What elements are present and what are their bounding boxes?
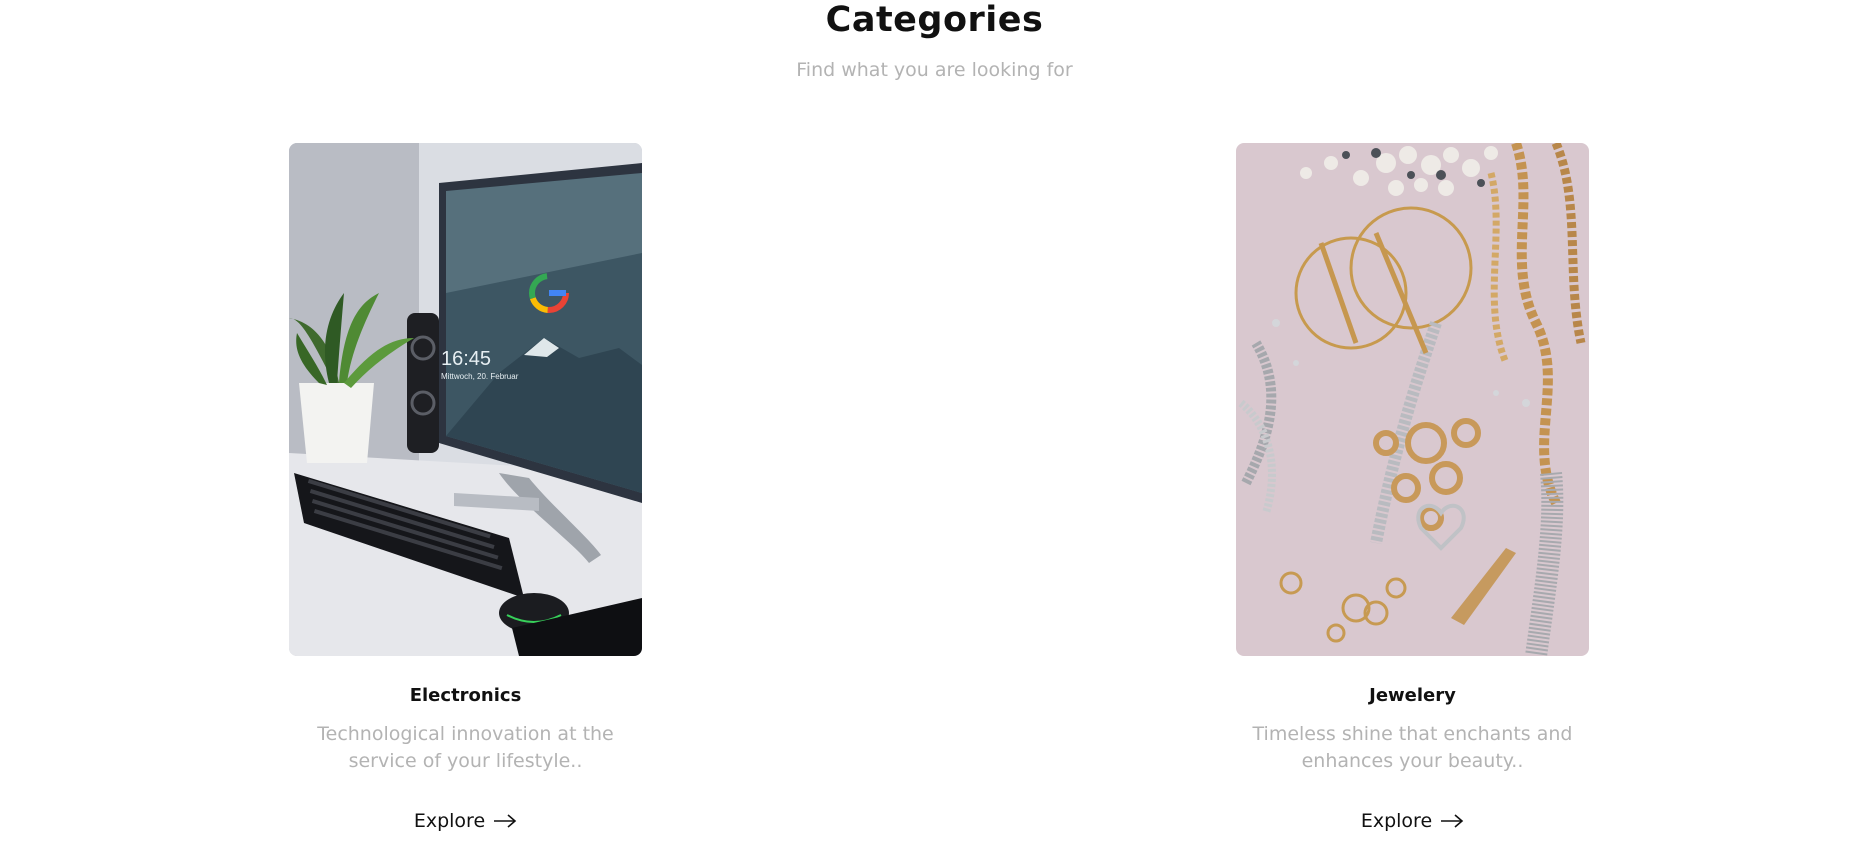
category-title-electronics: Electronics: [409, 685, 522, 706]
explore-link-electronics[interactable]: Explore: [289, 810, 642, 832]
category-description-electronics: Technological innovation at the service …: [317, 723, 614, 772]
category-image-electronics[interactable]: 16:45 Mittwoch, 20. Februar: [289, 143, 642, 656]
category-title-jewelery: Jewelery: [1369, 685, 1456, 706]
jewelery-photo: [1236, 143, 1589, 656]
section-title: Categories: [825, 0, 1044, 40]
category-card-electronics: 16:45 Mittwoch, 20. Februar Electronics …: [289, 143, 642, 832]
category-card-jewelery: Jewelery Timeless shine that enchants an…: [1236, 143, 1589, 832]
explore-link-jewelery[interactable]: Explore: [1236, 810, 1589, 832]
monitor-clock: 16:45: [441, 348, 491, 370]
explore-label: Explore: [413, 810, 486, 832]
categories-section: Categories Find what you are looking for: [0, 0, 1869, 845]
arrow-right-icon: [1440, 814, 1464, 828]
section-subtitle: Find what you are looking for: [796, 59, 1073, 81]
monitor-date: Mittwoch, 20. Februar: [441, 372, 519, 381]
electronics-photo: 16:45 Mittwoch, 20. Februar: [289, 143, 642, 656]
category-description-jewelery: Timeless shine that enchants and enhance…: [1252, 723, 1573, 772]
category-image-jewelery[interactable]: [1236, 143, 1589, 656]
explore-label: Explore: [1360, 810, 1433, 832]
arrow-right-icon: [493, 814, 517, 828]
